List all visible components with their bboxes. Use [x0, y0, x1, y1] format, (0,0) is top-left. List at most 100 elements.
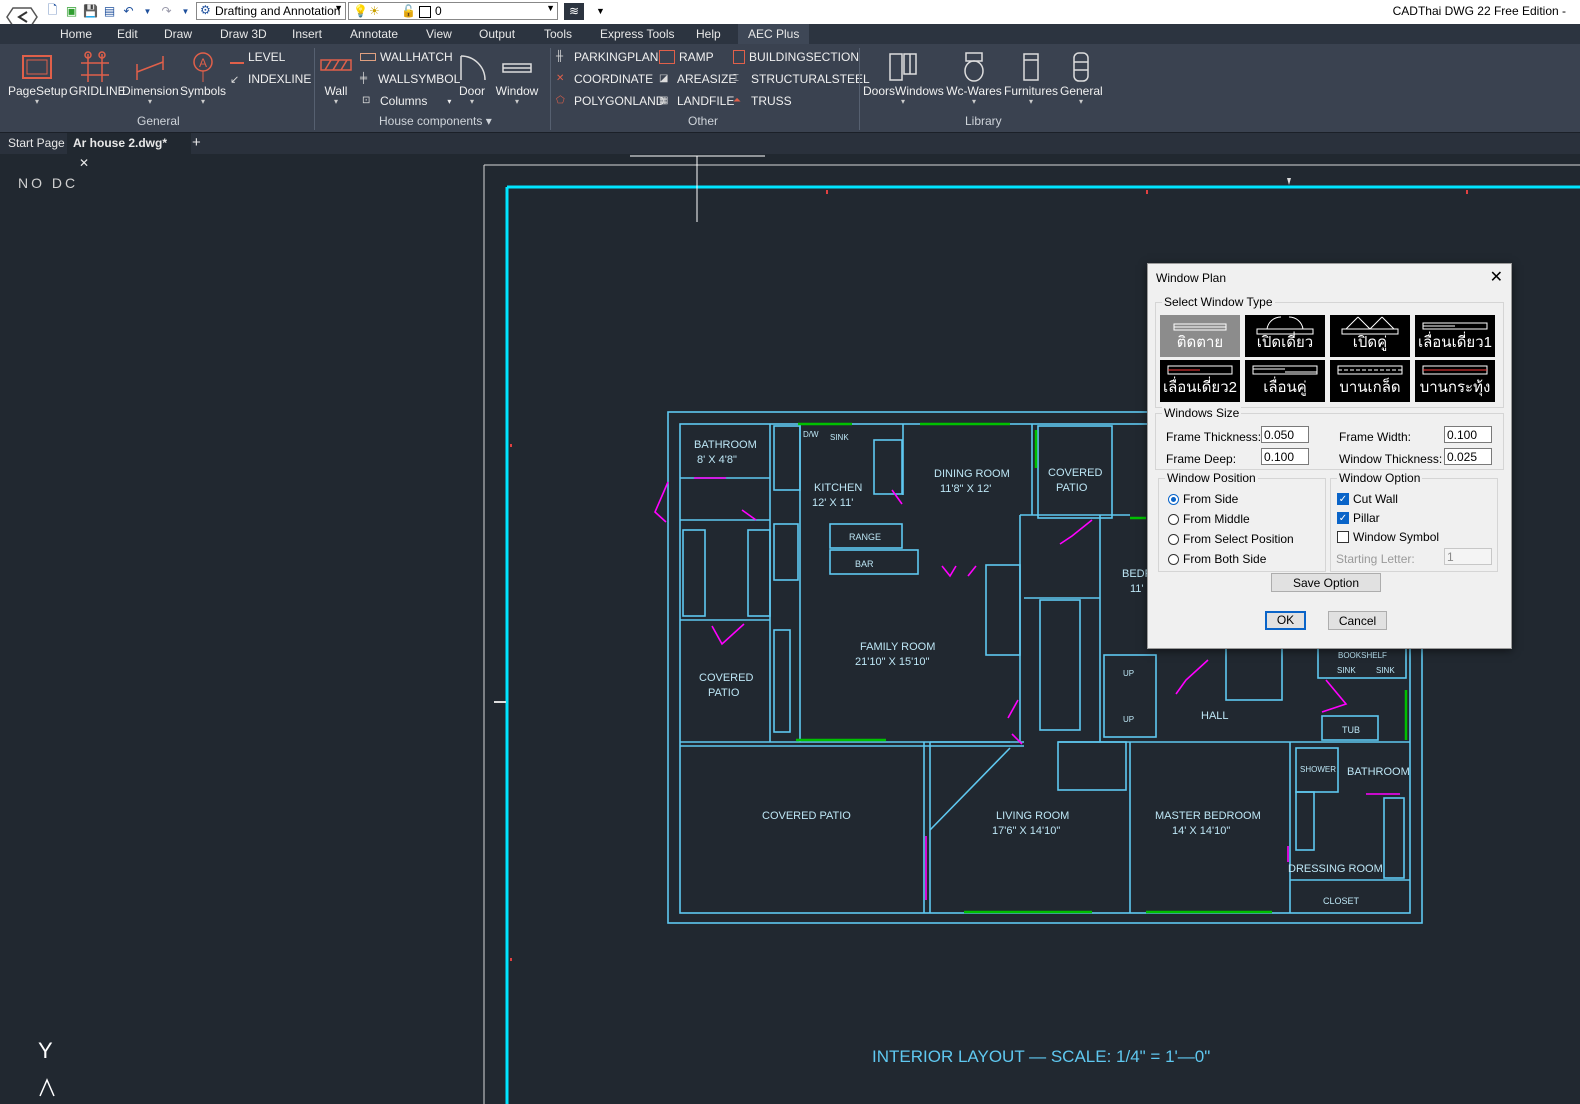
tab-home[interactable]: Home	[60, 27, 92, 41]
stairs-up-label: UP	[1123, 715, 1134, 724]
window-type-louver[interactable]: บานเกล็ด	[1330, 360, 1410, 402]
polygonland-button[interactable]: ⬠ POLYGONLAND	[556, 94, 664, 108]
pagesetup-button[interactable]: PageSetup ▾	[8, 50, 68, 106]
redo-icon[interactable]: ↷	[158, 3, 175, 20]
tab-help[interactable]: Help	[696, 27, 721, 41]
wall-button[interactable]: Wall ▾	[318, 50, 354, 106]
pagesetup-label: PageSetup	[8, 84, 68, 98]
position-from-middle-radio[interactable]: From Middle	[1168, 512, 1250, 526]
close-icon[interactable]: ✕	[1490, 267, 1503, 287]
frame-width-label: Frame Width:	[1339, 430, 1412, 444]
parkingplan-button[interactable]: ╫ PARKINGPLAN	[556, 50, 658, 64]
covered-patio-top-label-2: PATIO	[1056, 482, 1088, 494]
window-thickness-input[interactable]	[1444, 448, 1492, 465]
undo-icon[interactable]: ↶	[120, 3, 137, 20]
structuralsteel-icon: ⌶	[733, 73, 739, 84]
layer-manager-icon[interactable]: ≋	[564, 2, 584, 20]
position-from-both-radio[interactable]: From Both Side	[1168, 552, 1266, 566]
new-file-icon[interactable]: 🗋	[44, 3, 61, 20]
position-option-label: From Select Position	[1183, 532, 1294, 546]
tab-draw[interactable]: Draw	[164, 27, 192, 41]
door-icon	[460, 55, 486, 81]
customize-qat-icon[interactable]: ▼	[592, 3, 609, 20]
gear-icon: ⚙	[200, 3, 211, 17]
add-tab-icon[interactable]: +	[186, 133, 207, 154]
structuralsteel-button[interactable]: ⌶ STRUCTURALSTEEL	[733, 72, 870, 86]
buildingsection-button[interactable]: BUILDINGSECTION	[733, 50, 859, 64]
dimension-button[interactable]: Dimension ▾	[122, 50, 179, 106]
gridline-icon	[81, 51, 109, 82]
tab-insert[interactable]: Insert	[292, 27, 322, 41]
window-type-sliding-single-2[interactable]: เลื่อนเดี่ยว2	[1160, 360, 1240, 402]
window-type-single-casement[interactable]: เปิดเดี่ยว	[1245, 315, 1325, 357]
tab-annotate[interactable]: Annotate	[350, 27, 398, 41]
symbols-button[interactable]: A Symbols ▾	[180, 50, 226, 106]
wallsymbol-button[interactable]: ╪ WALLSYMBOL	[360, 72, 460, 86]
tab-view[interactable]: View	[426, 27, 452, 41]
general-library-button[interactable]: General ▾	[1060, 50, 1103, 106]
tab-draw-3d[interactable]: Draw 3D	[220, 27, 267, 41]
dining-size: 11'8" X 12'	[940, 483, 991, 495]
chevron-down-icon: ▼	[334, 3, 343, 13]
pillar-checkbox[interactable]: ✓ Pillar	[1337, 511, 1380, 525]
starting-letter-input[interactable]	[1444, 548, 1492, 565]
save-icon[interactable]: 💾	[82, 3, 99, 20]
tab-output[interactable]: Output	[479, 27, 515, 41]
covered-patio-top-label: COVERED	[1048, 467, 1102, 479]
cut-wall-checkbox[interactable]: ✓ Cut Wall	[1337, 492, 1398, 506]
tab-aec-plus[interactable]: AEC Plus	[738, 24, 810, 44]
ok-button[interactable]: OK	[1265, 611, 1306, 630]
frame-width-input[interactable]	[1444, 426, 1492, 443]
position-from-side-radio[interactable]: From Side	[1168, 492, 1238, 506]
window-symbol-checkbox[interactable]: Window Symbol	[1337, 530, 1439, 544]
group-general-label: General	[137, 114, 180, 128]
tab-express-tools[interactable]: Express Tools	[600, 27, 674, 41]
save-option-button[interactable]: Save Option	[1271, 573, 1381, 592]
tab-document[interactable]: Ar house 2.dwg* ✕	[67, 133, 191, 170]
windows-size-label: Windows Size	[1162, 406, 1242, 420]
ribbon-tab-bar: Home Edit Draw Draw 3D Insert Annotate V…	[0, 24, 1580, 44]
position-from-select-radio[interactable]: From Select Position	[1168, 532, 1294, 546]
undo-dropdown-icon[interactable]: ▼	[139, 3, 156, 20]
columns-button[interactable]: ⊡ Columns ▾	[362, 94, 451, 108]
ramp-button[interactable]: RAMP	[659, 50, 714, 64]
truss-button[interactable]: ⏶ TRUSS	[733, 94, 792, 108]
gridline-button[interactable]: GRIDLINE	[69, 50, 126, 98]
no-dc-text: NO DC	[18, 175, 78, 191]
radio-unchecked-icon	[1168, 513, 1179, 525]
indexline-button[interactable]: ↙ INDEXLINE	[230, 72, 311, 86]
furnitures-button[interactable]: Furnitures ▾	[1004, 50, 1058, 106]
window-type-fixed[interactable]: ติดตาย	[1160, 315, 1240, 357]
cancel-button[interactable]: Cancel	[1328, 611, 1387, 630]
frame-thickness-input[interactable]	[1261, 426, 1309, 443]
tab-edit[interactable]: Edit	[117, 27, 138, 41]
coordinate-button[interactable]: ✕ COORDINATE	[556, 72, 653, 86]
tab-tools[interactable]: Tools	[544, 27, 572, 41]
window-button[interactable]: Window ▾	[494, 50, 540, 106]
window-thickness-label: Window Thickness:	[1339, 452, 1443, 466]
level-button[interactable]: LEVEL	[230, 50, 285, 64]
window-type-sliding-single-1[interactable]: เลื่อนเดี่ยว1	[1415, 315, 1495, 357]
coordinate-label: COORDINATE	[574, 72, 654, 86]
wallhatch-button[interactable]: WALLHATCH	[360, 50, 453, 64]
save-as-icon[interactable]: ▤	[101, 3, 118, 20]
window-plan-dialog: Window Plan ✕ Select Window Type ติดตาย …	[1147, 263, 1512, 649]
workspace-select[interactable]: ⚙ Drafting and Annotation ▼	[196, 2, 346, 20]
window-type-double-casement[interactable]: เปิดคู่	[1330, 315, 1410, 357]
window-type-sliding-double[interactable]: เลื่อนคู่	[1245, 360, 1325, 402]
wcwares-button[interactable]: Wc-Wares ▾	[946, 50, 1002, 106]
landfile-button[interactable]: ▦ LANDFILE	[659, 94, 734, 108]
doorswindows-button[interactable]: DoorsWindows ▾	[863, 50, 944, 106]
tab-start-page[interactable]: Start Page	[2, 133, 71, 154]
door-button[interactable]: Door ▾	[454, 50, 490, 106]
areasize-button[interactable]: ◪ AREASIZE	[659, 72, 736, 86]
redo-dropdown-icon[interactable]: ▼	[177, 3, 194, 20]
master-bedroom-label: MASTER BEDROOM	[1155, 810, 1261, 822]
group-house-label[interactable]: House components ▾	[379, 114, 492, 128]
range-label: RANGE	[849, 532, 881, 542]
layer-select[interactable]: 💡 ☀ 🔓 0 ▼	[348, 2, 558, 20]
frame-deep-input[interactable]	[1261, 448, 1309, 465]
open-file-icon[interactable]: ▣	[63, 3, 80, 20]
window-type-awning[interactable]: บานกระทุ้ง	[1415, 360, 1495, 402]
bathroom2-label: BATHROOM	[1347, 766, 1410, 778]
